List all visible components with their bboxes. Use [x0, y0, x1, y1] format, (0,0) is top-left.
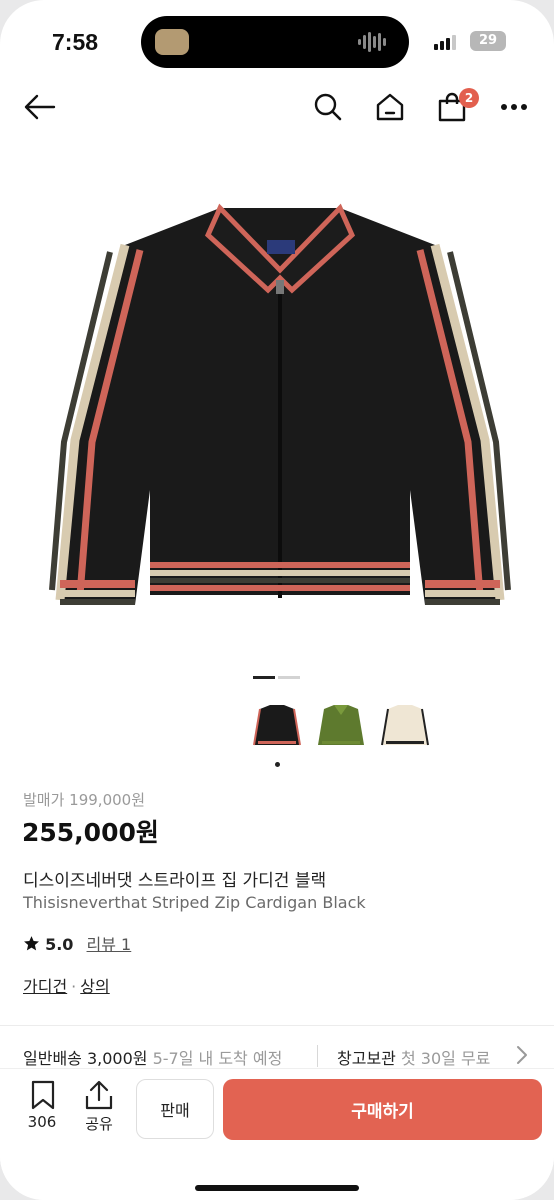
- bookmark-count: 306: [27, 1113, 57, 1131]
- chevron-right-icon[interactable]: [515, 1044, 529, 1066]
- storage-label: 창고보관: [337, 1049, 396, 1068]
- selected-variant-dot: [275, 762, 280, 767]
- status-time: 7:58: [52, 29, 99, 55]
- product-name-korean: 디스이즈네버댓 스트라이프 집 가디건 블랙: [23, 871, 327, 891]
- shipping-eta: 5-7일 내 도착 예정: [152, 1049, 283, 1068]
- back-arrow-icon: [24, 94, 56, 120]
- search-button[interactable]: [308, 87, 348, 127]
- storage-note: 첫 30일 무료: [400, 1049, 491, 1068]
- category-breadcrumb: 가디건 · 상의: [23, 973, 110, 997]
- audio-wave-icon: [358, 32, 386, 52]
- buy-button[interactable]: 구매하기: [223, 1079, 542, 1140]
- sell-button[interactable]: 판매: [136, 1079, 214, 1139]
- bookmark-button[interactable]: [22, 1080, 64, 1114]
- variant-thumb-ivory[interactable]: [378, 703, 432, 751]
- now-playing-artwork: [155, 29, 189, 55]
- shipping-divider: [317, 1045, 318, 1067]
- pager-inactive: [278, 676, 300, 679]
- storage-info[interactable]: 창고보관 첫 30일 무료: [337, 1045, 490, 1069]
- home-icon: [376, 93, 404, 121]
- more-button[interactable]: [494, 87, 534, 127]
- shipping-info[interactable]: 일반배송 3,000원 5-7일 내 도착 예정: [23, 1045, 282, 1069]
- pager-active: [253, 676, 275, 679]
- category-link-tops[interactable]: 상의: [80, 977, 109, 996]
- more-dots-icon: [501, 104, 527, 110]
- home-button[interactable]: [370, 87, 410, 127]
- product-name-english: Thisisneverthat Striped Zip Cardigan Bla…: [23, 893, 366, 912]
- original-price: 발매가 199,000원: [23, 791, 145, 809]
- product-image[interactable]: [30, 190, 530, 640]
- variant-thumb-black[interactable]: [250, 703, 304, 751]
- search-icon: [314, 93, 342, 121]
- variant-thumb-olive[interactable]: [314, 703, 368, 751]
- share-button[interactable]: [78, 1080, 120, 1114]
- cart-count-badge: 2: [459, 88, 479, 108]
- back-button[interactable]: [20, 87, 60, 127]
- product-price: 255,000원: [22, 818, 159, 847]
- category-link-cardigan[interactable]: 가디건: [23, 977, 67, 996]
- signal-icon: [434, 35, 456, 50]
- rating-row: 5.0 리뷰 1: [23, 931, 131, 955]
- screen: 7:58 29 2 발매가 199,000원 255,000원 디스이즈네버댓 …: [0, 0, 554, 1200]
- rating-score: 5.0: [45, 935, 74, 954]
- home-indicator: [195, 1185, 359, 1191]
- battery-indicator: 29: [470, 31, 506, 51]
- dynamic-island: [141, 16, 409, 68]
- share-label: 공유: [85, 1115, 113, 1133]
- star-icon: [24, 936, 39, 951]
- review-link[interactable]: 리뷰 1: [87, 935, 132, 954]
- shipping-label: 일반배송 3,000원: [23, 1049, 148, 1068]
- share-icon: [85, 1080, 113, 1110]
- section-divider: [0, 1025, 554, 1026]
- bookmark-icon: [31, 1080, 55, 1110]
- category-separator: ·: [71, 977, 77, 996]
